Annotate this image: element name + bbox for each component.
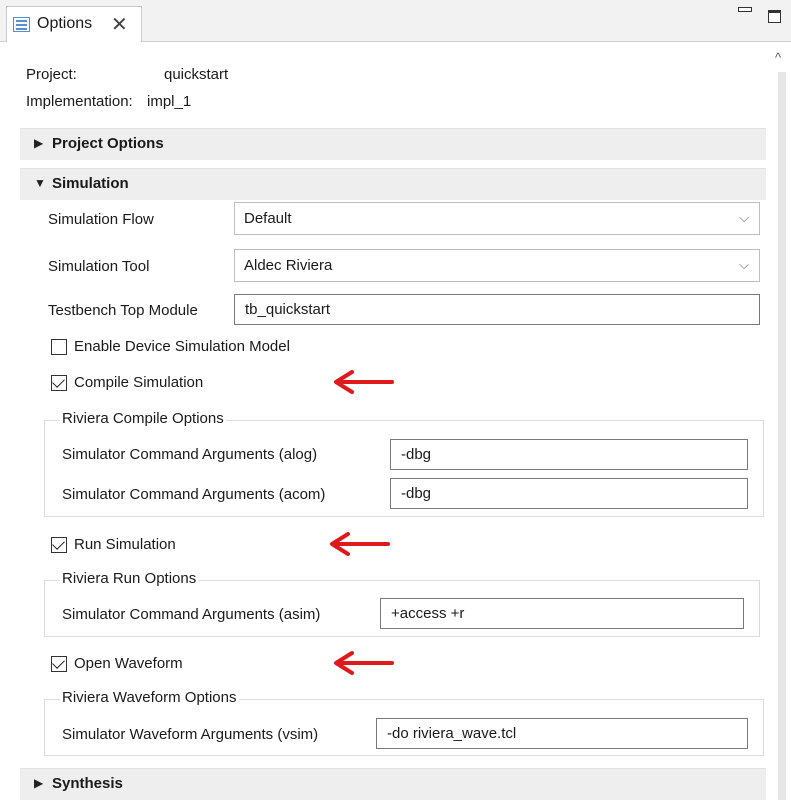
input-value: -do riviera_wave.tcl [387,725,517,742]
options-tab[interactable]: Options ✕ [6,6,142,42]
collapsed-arrow-icon: ▶ [34,136,44,150]
compile-simulation-label: Compile Simulation [74,374,204,391]
enable-device-model-label: Enable Device Simulation Model [74,338,290,355]
input-value: tb_quickstart [245,301,331,318]
section-simulation[interactable]: ▼ Simulation [20,168,766,200]
section-title: Project Options [52,135,164,152]
options-list-icon [13,17,30,32]
chevron-down-icon: ⌵ [739,210,749,225]
testbench-input[interactable]: tb_quickstart [234,294,760,325]
simulation-tool-label: Simulation Tool [48,258,150,275]
testbench-label: Testbench Top Module [48,302,198,319]
open-waveform-checkbox[interactable] [51,656,67,672]
project-label: Project: [26,66,77,83]
dropdown-value: Default [244,210,292,227]
asim-label: Simulator Command Arguments (asim) [62,606,321,623]
simulation-tool-dropdown[interactable]: Aldec Riviera ⌵ [234,249,760,282]
alog-input[interactable]: -dbg [390,439,748,470]
close-icon[interactable]: ✕ [111,12,128,37]
scrollbar-track[interactable] [778,72,786,800]
compile-simulation-checkbox[interactable] [51,375,67,391]
implementation-value: impl_1 [147,93,192,110]
project-value: quickstart [164,66,229,83]
run-simulation-label: Run Simulation [74,536,176,553]
vsim-label: Simulator Waveform Arguments (vsim) [62,726,319,743]
tab-title: Options [37,15,93,32]
annotation-arrow-icon [330,532,390,556]
implementation-label: Implementation: [26,93,133,110]
maximize-icon[interactable] [768,10,781,23]
group-title: Riviera Compile Options [60,410,226,427]
expanded-arrow-icon: ▼ [34,176,46,190]
collapsed-arrow-icon: ▶ [34,776,44,790]
annotation-arrow-icon [334,651,394,675]
acom-label: Simulator Command Arguments (acom) [62,486,326,503]
scroll-up-icon[interactable]: ^ [775,50,781,65]
simulation-flow-label: Simulation Flow [48,211,154,228]
run-simulation-checkbox[interactable] [51,537,67,553]
section-title: Simulation [52,175,129,192]
open-waveform-label: Open Waveform [74,655,183,672]
section-title: Synthesis [52,775,123,792]
group-title: Riviera Run Options [60,570,199,587]
vsim-input[interactable]: -do riviera_wave.tcl [376,718,748,749]
dropdown-value: Aldec Riviera [244,257,333,274]
input-value: +access +r [391,605,465,622]
asim-input[interactable]: +access +r [380,598,744,629]
minimize-icon[interactable] [738,2,752,12]
group-title: Riviera Waveform Options [60,689,239,706]
input-value: -dbg [401,446,432,463]
acom-input[interactable]: -dbg [390,478,748,509]
section-project-options[interactable]: ▶ Project Options [20,128,766,160]
simulation-flow-dropdown[interactable]: Default ⌵ [234,202,760,235]
alog-label: Simulator Command Arguments (alog) [62,446,318,463]
annotation-arrow-icon [334,370,394,394]
section-synthesis[interactable]: ▶ Synthesis [20,768,766,800]
enable-device-model-checkbox[interactable] [51,339,67,355]
input-value: -dbg [401,485,432,502]
chevron-down-icon: ⌵ [739,257,749,272]
